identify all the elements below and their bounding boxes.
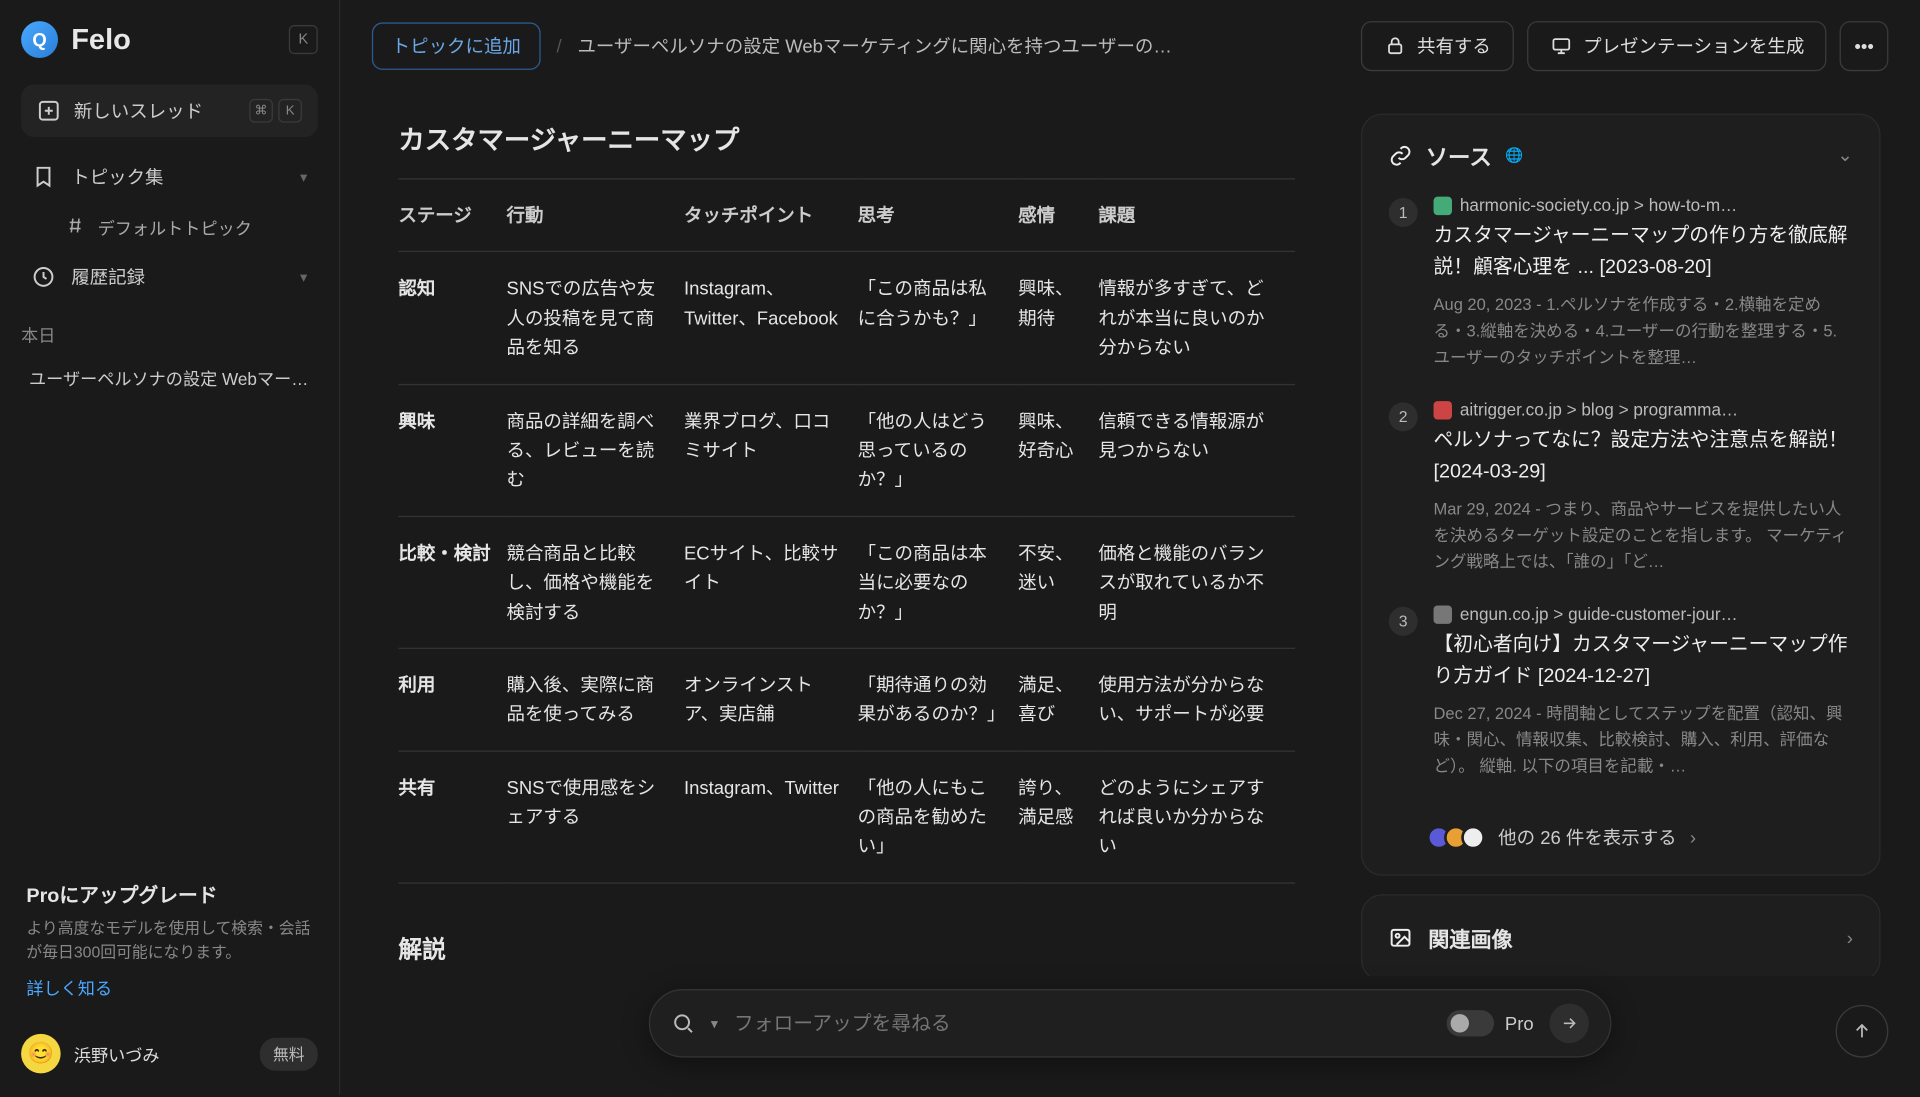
journey-map-table: ステージ行動タッチポイント思考感情課題 認知SNSでの広告や友人の投稿を見て商品… [398, 178, 1295, 883]
source-item[interactable]: 2 aitrigger.co.jp > blog > programma… ペルソナ… [1389, 400, 1853, 575]
source-item[interactable]: 3 engun.co.jp > guide-customer-jour… 【初心者向… [1389, 604, 1853, 779]
table-row: 興味商品の詳細を調べる、レビューを読む業界ブログ、口コミサイト「他の人はどう思っ… [398, 384, 1295, 516]
pro-toggle[interactable] [1447, 1010, 1494, 1036]
show-more-sources[interactable]: 他の 26 件を表示する › [1389, 808, 1853, 850]
source-number: 1 [1389, 198, 1418, 227]
search-icon[interactable] [671, 1011, 695, 1035]
table-header: 課題 [1098, 179, 1295, 252]
logo-icon: Q [21, 21, 58, 58]
followup-input[interactable] [734, 1012, 1431, 1034]
new-thread-label: 新しいスレッド [74, 98, 236, 124]
favicon-icon [1433, 605, 1451, 623]
bookmark-icon [32, 165, 56, 189]
table-header: 行動 [506, 179, 683, 252]
article: カスタマージャーニーマップ ステージ行動タッチポイント思考感情課題 認知SNSで… [372, 92, 1335, 976]
journey-map-title: カスタマージャーニーマップ [398, 119, 1295, 157]
table-header: 感情 [1018, 179, 1098, 252]
chevron-down-icon: ⌄ [1837, 144, 1852, 166]
user-name: 浜野いづみ [74, 1041, 247, 1066]
sidebar-item-history[interactable]: 履歴記録 ▾ [21, 251, 318, 304]
source-snippet: Dec 27, 2024 - 時間軸としてステップを配置（認知、興味・関心、情報… [1433, 700, 1852, 779]
explain-title: 解説 [398, 931, 1295, 965]
topics-label: トピック集 [71, 164, 163, 190]
breadcrumb[interactable]: ユーザーペルソナの設定 Webマーケティングに関心を持つユーザーの… [577, 33, 1171, 59]
source-title: ソース [1425, 138, 1491, 171]
source-number: 2 [1389, 402, 1418, 431]
source-panel-header[interactable]: ソース 🌐 ⌄ [1389, 138, 1853, 171]
sidebar-item-topics[interactable]: トピック集 ▾ [21, 150, 318, 203]
upgrade-title: Proにアップグレード [26, 881, 312, 909]
history-icon [32, 265, 56, 289]
hash-icon [63, 214, 87, 238]
related-images-card[interactable]: 関連画像 › [1361, 894, 1881, 976]
source-title: 【初心者向け】カスタマージャーニーマップ作り方ガイド [2024-12-27] [1433, 629, 1852, 692]
favicon-stack [1433, 825, 1484, 849]
source-domain: harmonic-society.co.jp > how-to-m… [1433, 195, 1852, 215]
more-button[interactable]: ••• [1840, 21, 1888, 71]
table-row: 利用購入後、実際に商品を使ってみるオンラインストア、実店舗「期待通りの効果がある… [398, 648, 1295, 751]
favicon-icon [1433, 196, 1451, 214]
upgrade-link[interactable]: 詳しく知る [26, 978, 112, 998]
history-item[interactable]: ユーザーペルソナの設定 Webマー… [21, 355, 318, 401]
favicon-icon [1433, 400, 1451, 418]
chevron-down-icon: ▾ [300, 268, 307, 285]
logo[interactable]: Q Felo [21, 21, 131, 58]
source-title: ペルソナってなに？設定方法や注意点を解説！ [2024-03-29] [1433, 425, 1852, 488]
chevron-down-icon: ▾ [300, 168, 307, 185]
avatar: 😊 [21, 1034, 61, 1074]
chevron-right-icon: › [1847, 927, 1853, 948]
send-button[interactable] [1549, 1004, 1589, 1044]
history-today-label: 本日 [21, 303, 318, 354]
source-snippet: Mar 29, 2024 - つまり、商品やサービスを提供したい人を決めるターゲ… [1433, 496, 1852, 575]
table-row: 共有SNSで使用感をシェアするInstagram、Twitter「他の人にもこの… [398, 751, 1295, 883]
new-thread-button[interactable]: 新しいスレッド ⌘K [21, 84, 318, 137]
share-button[interactable]: 共有する [1360, 21, 1513, 71]
lock-icon [1383, 34, 1407, 58]
translate-icon[interactable]: 🌐 [1505, 146, 1523, 163]
new-thread-shortcut: ⌘K [249, 99, 302, 123]
chevron-right-icon: › [1690, 827, 1696, 848]
plus-square-icon [37, 99, 61, 123]
upgrade-desc: より高度なモデルを使用して検索・会話が毎日300回可能になります。 [26, 916, 312, 963]
user-row[interactable]: 😊 浜野いづみ 無料 [21, 1018, 318, 1073]
sidebar: Q Felo K 新しいスレッド ⌘K トピック集 ▾ デフォルトトピック 履歴… [0, 0, 340, 1095]
source-item[interactable]: 1 harmonic-society.co.jp > how-to-m… カスタマー… [1389, 195, 1853, 370]
collapse-sidebar-button[interactable]: K [289, 25, 318, 54]
topbar: トピックに追加 / ユーザーペルソナの設定 Webマーケティングに関心を持つユー… [340, 0, 1920, 92]
add-to-topic-button[interactable]: トピックに追加 [372, 22, 541, 69]
scroll-to-top-button[interactable] [1836, 1005, 1889, 1058]
breadcrumb-separator: / [556, 36, 561, 57]
presentation-icon [1549, 34, 1573, 58]
link-icon [1389, 143, 1413, 167]
table-header: ステージ [398, 179, 506, 252]
pro-label: Pro [1505, 1013, 1534, 1034]
sidebar-item-default-topic[interactable]: デフォルトトピック [21, 203, 318, 250]
table-header: 思考 [857, 179, 1018, 252]
source-number: 3 [1389, 607, 1418, 636]
search-mode-chevron[interactable]: ▾ [711, 1015, 718, 1032]
table-header: タッチポイント [684, 179, 858, 252]
source-domain: engun.co.jp > guide-customer-jour… [1433, 604, 1852, 624]
followup-bar: ▾ Pro [649, 989, 1612, 1058]
source-domain: aitrigger.co.jp > blog > programma… [1433, 400, 1852, 420]
image-icon [1389, 926, 1413, 950]
source-title: カスタマージャーニーマップの作り方を徹底解説！顧客心理を ... [2023-0… [1433, 220, 1852, 283]
plan-badge: 無料 [260, 1037, 318, 1070]
source-panel: ソース 🌐 ⌄ 1 harmonic-society.co.jp > how-to… [1361, 92, 1888, 976]
source-snippet: Aug 20, 2023 - 1.ペルソナを作成する・2.横軸を定める・3.縦軸… [1433, 291, 1852, 370]
history-label: 履歴記録 [71, 264, 145, 290]
generate-presentation-button[interactable]: プレゼンテーションを生成 [1526, 21, 1826, 71]
table-row: 比較・検討競合商品と比較し、価格や機能を検討するECサイト、比較サイト「この商品… [398, 516, 1295, 648]
upgrade-card: Proにアップグレード より高度なモデルを使用して検索・会話が毎日300回可能に… [21, 862, 318, 1018]
table-row: 認知SNSでの広告や友人の投稿を見て商品を知るInstagram、Twitter… [398, 252, 1295, 384]
main: トピックに追加 / ユーザーペルソナの設定 Webマーケティングに関心を持つユー… [340, 0, 1920, 1095]
brand-name: Felo [71, 22, 131, 56]
